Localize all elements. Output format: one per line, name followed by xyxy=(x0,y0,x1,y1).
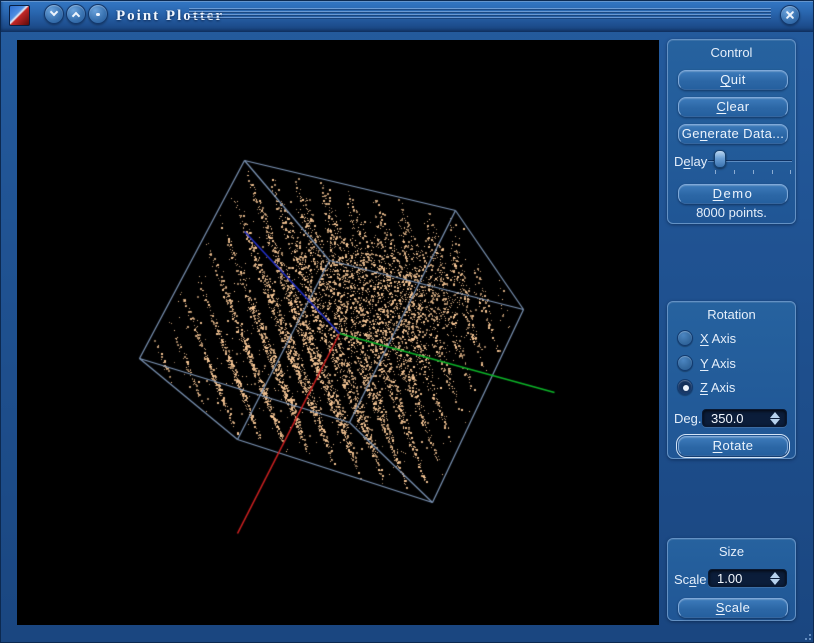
x-axis-radio[interactable]: X Axis xyxy=(677,330,757,346)
radio-circle-icon xyxy=(677,330,693,346)
control-group-title: Control xyxy=(668,45,795,60)
y-axis-radio[interactable]: Y Axis xyxy=(677,355,757,371)
size-group: Size Scale 1.00 Scale xyxy=(667,538,796,621)
shade-button[interactable] xyxy=(44,4,64,24)
scale-label: Scale xyxy=(674,572,707,587)
slider-tick xyxy=(772,170,773,174)
chevron-up-icon xyxy=(72,12,80,20)
generate-data-button[interactable]: Generate Data... xyxy=(678,124,788,144)
control-group: Control Quit Clear Generate Data... Dela… xyxy=(667,39,796,224)
z-axis-radio[interactable]: Z Axis xyxy=(677,379,757,395)
degrees-value: 350.0 xyxy=(711,411,744,426)
rotate-button[interactable]: Rotate xyxy=(678,436,788,456)
titlebar: Point Plotter xyxy=(1,1,814,32)
points-count-status: 8000 points. xyxy=(668,205,795,220)
titlebar-ridges xyxy=(189,8,771,19)
close-button[interactable] xyxy=(780,5,800,25)
slider-tick xyxy=(753,170,754,174)
plot-area[interactable] xyxy=(17,40,659,625)
chevron-down-icon xyxy=(50,8,58,16)
scale-button[interactable]: Scale xyxy=(678,598,788,618)
slider-tick xyxy=(715,170,716,174)
demo-button[interactable]: Demo xyxy=(678,184,788,204)
rotation-group: Rotation X Axis Y Axis Z Axis Deg. 350.0… xyxy=(667,301,796,459)
delay-slider-handle[interactable] xyxy=(714,150,726,168)
radio-circle-icon xyxy=(677,379,693,395)
dot-icon xyxy=(96,13,100,16)
scale-spinbox[interactable]: 1.00 xyxy=(708,569,787,587)
unshade-button[interactable] xyxy=(66,4,86,24)
clear-button[interactable]: Clear xyxy=(678,97,788,117)
slider-tick xyxy=(790,170,791,174)
spinner-arrows-icon[interactable] xyxy=(769,412,781,425)
resize-grip[interactable] xyxy=(802,631,811,640)
degrees-spinbox[interactable]: 350.0 xyxy=(702,409,787,427)
radio-circle-icon xyxy=(677,355,693,371)
app-icon xyxy=(9,5,30,26)
minimize-button[interactable] xyxy=(88,4,108,24)
rotation-group-title: Rotation xyxy=(668,307,795,322)
scale-value: 1.00 xyxy=(717,571,742,586)
size-group-title: Size xyxy=(668,544,795,559)
plot-canvas[interactable] xyxy=(17,40,659,625)
delay-label: Delay xyxy=(674,154,707,169)
quit-button[interactable]: Quit xyxy=(678,70,788,90)
slider-tick xyxy=(734,170,735,174)
point-plotter-window: Point Plotter Control Quit Clear Generat… xyxy=(0,0,814,643)
degrees-label: Deg. xyxy=(674,411,701,426)
spinner-arrows-icon[interactable] xyxy=(769,572,781,585)
